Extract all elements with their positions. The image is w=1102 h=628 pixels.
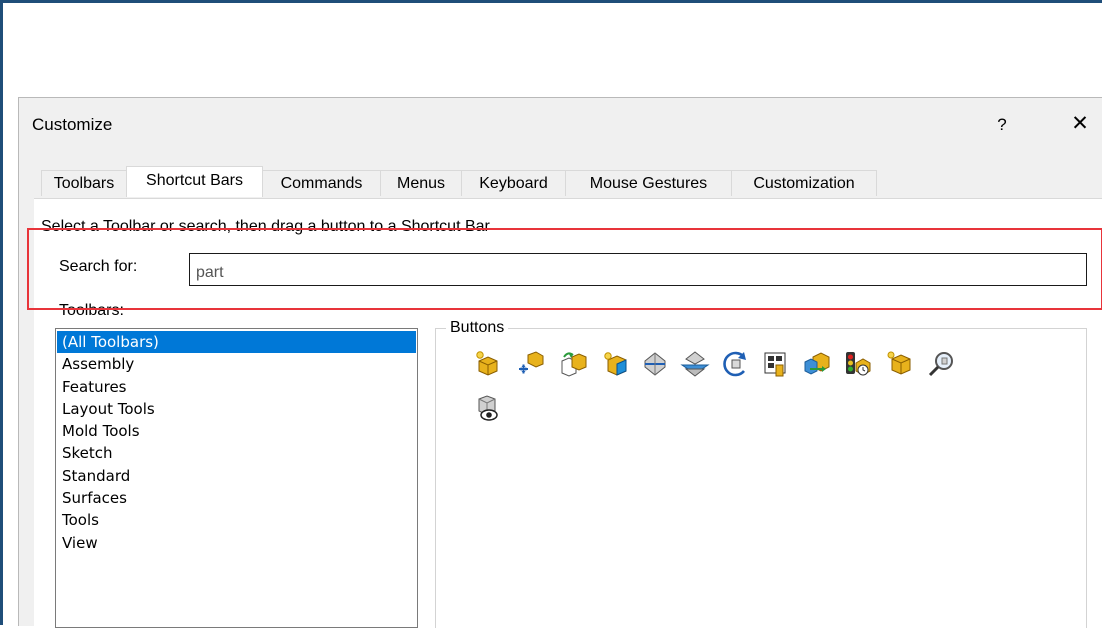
part-reviewer-icon[interactable]	[760, 349, 790, 379]
instruction-text: Select a Toolbar or search, then drag a …	[41, 218, 490, 235]
toolbar-item-sketch[interactable]: Sketch	[57, 442, 416, 464]
move-component-icon[interactable]	[516, 349, 546, 379]
toolbar-list[interactable]: (All Toolbars) Assembly Features Layout …	[55, 328, 418, 628]
dialog-title: Customize	[32, 115, 113, 134]
search-label: Search for:	[59, 258, 138, 275]
tab-commands[interactable]: Commands	[262, 170, 381, 196]
split-part-icon[interactable]	[640, 349, 670, 379]
edit-part-icon[interactable]	[884, 349, 914, 379]
toolbar-item-assembly[interactable]: Assembly	[57, 353, 416, 375]
tab-mouse-gestures[interactable]: Mouse Gestures	[565, 170, 732, 196]
toolbar-item-surfaces[interactable]: Surfaces	[57, 487, 416, 509]
help-button[interactable]: ?	[989, 112, 1015, 138]
toolbars-label: Toolbars:	[59, 302, 124, 319]
rotate-part-icon[interactable]	[720, 349, 750, 379]
close-button[interactable]: ✕	[1065, 110, 1095, 138]
search-input[interactable]	[189, 253, 1087, 286]
new-part-icon[interactable]	[600, 349, 630, 379]
toolbar-item-standard[interactable]: Standard	[57, 465, 416, 487]
toolbar-item-mold-tools[interactable]: Mold Tools	[57, 420, 416, 442]
find-part-icon[interactable]	[926, 349, 956, 379]
toolbar-item-view[interactable]: View	[57, 532, 416, 554]
mirror-part-icon[interactable]	[680, 349, 710, 379]
toolbar-item-tools[interactable]: Tools	[57, 509, 416, 531]
tab-menus[interactable]: Menus	[380, 170, 462, 196]
customize-dialog: Customize ? ✕ Toolbars Shortcut Bars Com…	[18, 97, 1102, 628]
toolbar-item-all[interactable]: (All Toolbars)	[57, 331, 416, 354]
tab-customization[interactable]: Customization	[731, 170, 877, 196]
buttons-group: Buttons	[435, 319, 1087, 628]
view-part-icon[interactable]	[472, 393, 502, 423]
tab-shortcut-bars[interactable]: Shortcut Bars	[126, 166, 263, 197]
tab-toolbars[interactable]: Toolbars	[41, 170, 127, 196]
replace-part-icon[interactable]	[558, 349, 588, 379]
tab-keyboard[interactable]: Keyboard	[461, 170, 566, 196]
part-performance-icon[interactable]	[842, 349, 872, 379]
save-bodies-icon[interactable]	[802, 349, 832, 379]
toolbar-item-layout-tools[interactable]: Layout Tools	[57, 398, 416, 420]
insert-part-icon[interactable]	[472, 349, 502, 379]
buttons-label: Buttons	[446, 319, 509, 337]
toolbar-item-features[interactable]: Features	[57, 376, 416, 398]
